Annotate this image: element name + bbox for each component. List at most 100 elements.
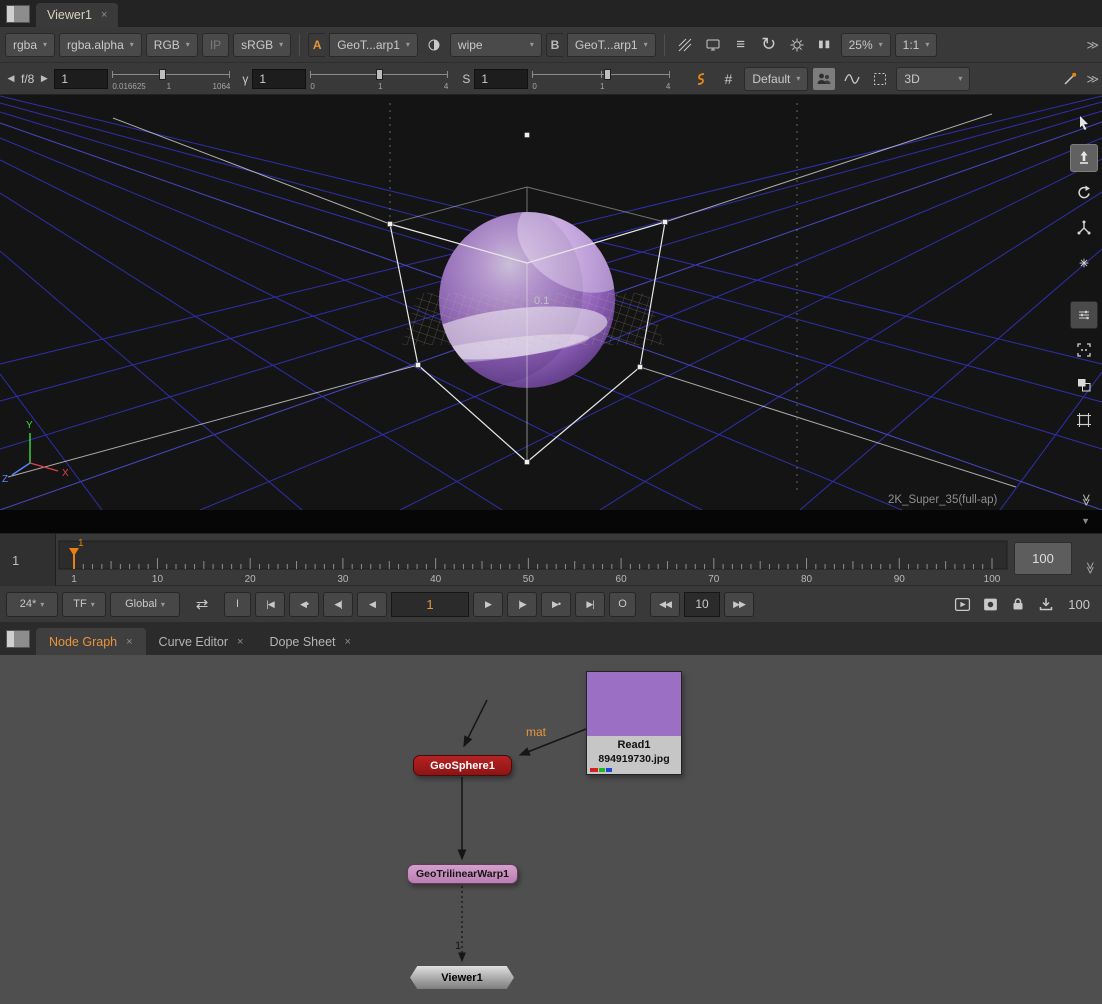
display-style-dropdown[interactable]: RGB▾ bbox=[146, 33, 198, 57]
step-forward-button[interactable]: |▶ bbox=[507, 592, 537, 617]
node-read1[interactable]: Read1 894919730.jpg bbox=[586, 671, 682, 775]
toolbar-overflow-icon[interactable]: ≫ bbox=[1086, 72, 1097, 86]
step-back-button[interactable]: ◀| bbox=[323, 592, 353, 617]
go-to-start-button[interactable]: |◀ bbox=[255, 592, 285, 617]
guides-grid-icon[interactable]: # bbox=[716, 67, 740, 91]
close-icon[interactable]: × bbox=[237, 636, 243, 648]
pause-icon[interactable]: ▮▮ bbox=[813, 33, 837, 57]
set-out-point-button[interactable]: O bbox=[609, 592, 636, 617]
lock-range-button[interactable] bbox=[1006, 592, 1030, 616]
tab-dope-sheet[interactable]: Dope Sheet × bbox=[256, 628, 363, 655]
region-corners-button[interactable] bbox=[1070, 336, 1098, 364]
jump-back-button[interactable]: ◀◀ bbox=[650, 592, 680, 617]
range-scope-dropdown[interactable]: Global▾ bbox=[110, 592, 180, 617]
viewer-info-strip: ▼ bbox=[0, 510, 1102, 533]
viewer-controls-button[interactable] bbox=[1070, 301, 1098, 329]
next-keyframe-button[interactable]: ▶• bbox=[541, 592, 571, 617]
occlusion-people-icon[interactable] bbox=[812, 67, 836, 91]
input-a-label: A bbox=[308, 33, 325, 57]
pane-layout-icon[interactable] bbox=[6, 5, 30, 23]
timeline-collapse-icon[interactable]: ≫ bbox=[1084, 562, 1098, 573]
capture-button[interactable] bbox=[978, 592, 1002, 616]
slider-tick bbox=[447, 71, 448, 78]
loop-mode-icon[interactable]: ⇄ bbox=[190, 592, 214, 616]
slider-tick bbox=[310, 71, 311, 78]
flipbook-button[interactable] bbox=[950, 592, 974, 616]
close-icon[interactable]: × bbox=[101, 9, 107, 21]
node-geosphere1[interactable]: GeoSphere1 bbox=[413, 755, 512, 776]
alpha-channel-dropdown[interactable]: rgba.alpha▾ bbox=[59, 33, 142, 57]
viewer-colorspace-dropdown[interactable]: sRGB▾ bbox=[233, 33, 291, 57]
node-viewer1[interactable]: Viewer1 bbox=[410, 966, 514, 989]
gain-input[interactable]: 1 bbox=[54, 69, 108, 89]
input-a-dropdown[interactable]: GeoT...arp1▾ bbox=[329, 33, 418, 57]
current-frame-field[interactable]: 1 bbox=[391, 592, 469, 617]
close-icon[interactable]: × bbox=[126, 636, 132, 648]
fps-dropdown[interactable]: 24*▾ bbox=[6, 592, 58, 617]
timeline-ruler[interactable]: 11020304050607080901001 bbox=[58, 538, 1008, 586]
zoom-level-dropdown[interactable]: 25%▾ bbox=[841, 33, 891, 57]
select-tool[interactable] bbox=[1070, 109, 1098, 137]
channels-dropdown[interactable]: rgba▾ bbox=[5, 33, 55, 57]
proxy-monitor-icon[interactable] bbox=[701, 33, 725, 57]
scale-tool[interactable] bbox=[1070, 214, 1098, 242]
play-backward-button[interactable]: ◀ bbox=[357, 592, 387, 617]
lut-curve-icon[interactable] bbox=[840, 67, 864, 91]
tab-curve-editor[interactable]: Curve Editor × bbox=[146, 628, 257, 655]
gain-slider[interactable]: 0.016625 1 1064 bbox=[112, 65, 230, 93]
frame-view-button[interactable] bbox=[1070, 406, 1098, 434]
prev-stop-icon[interactable]: ◀ bbox=[5, 73, 17, 84]
frame-increment-field[interactable]: 10 bbox=[684, 592, 720, 617]
gain-curve-icon[interactable] bbox=[688, 67, 712, 91]
go-to-end-button[interactable]: ▶| bbox=[575, 592, 605, 617]
lut-preset-dropdown[interactable]: Default▾ bbox=[744, 67, 808, 91]
gear-icon[interactable] bbox=[785, 33, 809, 57]
marquee-select-icon[interactable] bbox=[868, 67, 892, 91]
overlay-squares-button[interactable] bbox=[1070, 371, 1098, 399]
wipe-mode-dropdown[interactable]: wipe▾ bbox=[450, 33, 542, 57]
toolbar-overflow-icon[interactable]: ≫ bbox=[1086, 38, 1097, 52]
input-b-dropdown[interactable]: GeoT...arp1▾ bbox=[567, 33, 656, 57]
scanlines-icon[interactable]: ≡ bbox=[729, 33, 753, 57]
close-icon[interactable]: × bbox=[345, 636, 351, 648]
tab-node-graph[interactable]: Node Graph × bbox=[36, 628, 146, 655]
node-graph-canvas[interactable]: mat 1 Read1 894919730.jpg GeoSphere1 Geo… bbox=[0, 655, 1102, 1004]
rotate-tool[interactable] bbox=[1070, 179, 1098, 207]
timeline-range-end[interactable]: 100 bbox=[1014, 542, 1072, 575]
node-geotrilinearwarp1[interactable]: GeoTrilinearWarp1 bbox=[407, 864, 518, 884]
tf-dropdown[interactable]: TF▾ bbox=[62, 592, 106, 617]
node-graph-edges bbox=[0, 655, 1102, 1004]
pixel-aspect-dropdown[interactable]: 1:1▾ bbox=[895, 33, 938, 57]
saturation-input[interactable]: 1 bbox=[474, 69, 528, 89]
timeline-range-start[interactable]: 1 bbox=[0, 534, 56, 586]
gamma-slider-handle[interactable] bbox=[376, 69, 383, 80]
translate-tool[interactable] bbox=[1070, 144, 1098, 172]
saturation-slider[interactable]: 0 1 4 bbox=[532, 65, 670, 93]
gamma-input[interactable]: 1 bbox=[252, 69, 306, 89]
previous-keyframe-button[interactable]: ◀• bbox=[289, 592, 319, 617]
set-in-point-button[interactable]: I bbox=[224, 592, 251, 617]
tab-viewer1[interactable]: Viewer1 × bbox=[36, 3, 118, 27]
viewport-collapse-icon[interactable]: ≫ bbox=[1080, 494, 1094, 505]
play-forward-button[interactable]: ▶ bbox=[473, 592, 503, 617]
tab-viewer1-label: Viewer1 bbox=[47, 8, 92, 22]
view-dimension-dropdown[interactable]: 3D▾ bbox=[896, 67, 970, 91]
input-process-toggle[interactable]: IP bbox=[202, 33, 229, 57]
viewer-3d-viewport[interactable]: 0.1 Y X Z 2K_Super_35(full-ap) bbox=[0, 95, 1102, 510]
jump-forward-button[interactable]: ▶▶ bbox=[724, 592, 754, 617]
geosphere-input-arrow bbox=[464, 700, 487, 746]
refresh-icon[interactable]: ↻ bbox=[757, 33, 781, 57]
gain-slider-handle[interactable] bbox=[159, 69, 166, 80]
saturation-slider-handle[interactable] bbox=[604, 69, 611, 80]
read1-title: Read1 bbox=[587, 739, 681, 753]
dropdown-triangle-icon[interactable]: ▼ bbox=[1081, 516, 1090, 526]
chevron-down-icon: ▾ bbox=[40, 600, 44, 609]
wipe-icon[interactable] bbox=[422, 33, 446, 57]
next-stop-icon[interactable]: ▶ bbox=[38, 73, 50, 84]
render-write-button[interactable] bbox=[1034, 592, 1058, 616]
pane-layout-icon[interactable] bbox=[6, 630, 30, 648]
snap-tool[interactable] bbox=[1070, 249, 1098, 277]
sample-wand-icon[interactable] bbox=[1058, 67, 1082, 91]
gamma-slider[interactable]: 0 1 4 bbox=[310, 65, 448, 93]
roi-icon[interactable] bbox=[673, 33, 697, 57]
